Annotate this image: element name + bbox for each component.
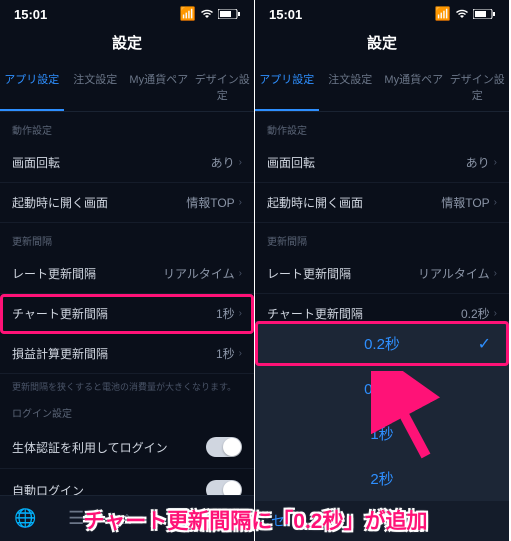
row-value: リアルタイム [163,265,235,282]
chevron-right-icon: › [494,308,497,319]
row-pl-refresh[interactable]: 損益計算更新間隔 1秒 › [0,334,254,374]
row-value: あり [466,154,490,171]
signal-icon: 📶 [180,6,196,22]
row-value: 0.2秒 [461,305,490,322]
picker-option-1s[interactable]: 1秒 [255,411,509,456]
toggle-biometric[interactable] [206,437,242,457]
phone-left: 15:01 📶 設定 アプリ設定 注文設定 My通貨ペア デザイン設定 動作設定… [0,0,254,541]
row-rotation[interactable]: 画面回転 あり › [0,143,254,183]
row-value: あり [211,154,235,171]
row-value: 1秒 [216,345,235,362]
status-bar: 15:01 📶 [0,0,254,24]
section-behavior: 動作設定 [0,112,254,143]
status-bar: 15:01 📶 [255,0,509,24]
tab-app[interactable]: アプリ設定 [0,63,64,111]
row-label: レート更新間隔 [12,265,96,282]
wifi-icon [455,7,469,22]
chevron-right-icon: › [239,308,242,319]
tabs: アプリ設定 注文設定 My通貨ペア デザイン設定 [255,63,509,112]
row-label: 損益計算更新間隔 [12,345,108,362]
chevron-right-icon: › [494,197,497,208]
annotation-caption: チャート更新間隔に「0.2秒」が追加 [0,505,511,535]
row-label: チャート更新間隔 [267,305,363,322]
tab-pairs[interactable]: My通貨ペア [382,63,446,111]
status-icons: 📶 [435,6,495,22]
row-value: 情報TOP [441,194,489,211]
tab-order[interactable]: 注文設定 [319,63,383,111]
row-biometric[interactable]: 生体認証を利用してログイン [0,426,254,469]
wifi-icon [200,7,214,22]
status-icons: 📶 [180,6,240,22]
row-label: チャート更新間隔 [12,305,108,322]
tab-app[interactable]: アプリ設定 [255,63,319,111]
chevron-right-icon: › [494,157,497,168]
battery-icon [473,7,495,22]
row-label: 起動時に開く画面 [12,194,108,211]
chevron-right-icon: › [239,348,242,359]
row-rotation[interactable]: 画面回転 あり › [255,143,509,183]
section-refresh: 更新間隔 [255,223,509,254]
chevron-right-icon: › [239,268,242,279]
tab-design[interactable]: デザイン設定 [191,63,255,111]
chevron-right-icon: › [239,157,242,168]
tab-pairs[interactable]: My通貨ペア [127,63,191,111]
row-label: 生体認証を利用してログイン [12,439,168,456]
picker-option-0.2s[interactable]: 0.2秒 ✓ [255,321,509,366]
page-title: 設定 [255,24,509,63]
row-value: リアルタイム [418,265,490,282]
section-login: ログイン設定 [0,395,254,426]
status-time: 15:01 [269,7,302,22]
page-title: 設定 [0,24,254,63]
battery-icon [218,7,240,22]
row-label: 画面回転 [267,154,315,171]
signal-icon: 📶 [435,6,451,22]
tabs: アプリ設定 注文設定 My通貨ペア デザイン設定 [0,63,254,112]
row-startup[interactable]: 起動時に開く画面 情報TOP › [255,183,509,223]
status-time: 15:01 [14,7,47,22]
row-rate-refresh[interactable]: レート更新間隔 リアルタイム › [0,254,254,294]
row-label: レート更新間隔 [267,265,351,282]
chevron-right-icon: › [494,268,497,279]
picker-option-0.5s[interactable]: 0.5秒 [255,366,509,411]
section-behavior: 動作設定 [255,112,509,143]
row-value: 1秒 [216,305,235,322]
row-chart-refresh[interactable]: チャート更新間隔 1秒 › [0,294,254,334]
chevron-right-icon: › [239,197,242,208]
picker-option-label: 0.2秒 [364,333,400,354]
picker-option-2s[interactable]: 2秒 [255,456,509,501]
section-refresh: 更新間隔 [0,223,254,254]
row-label: 起動時に開く画面 [267,194,363,211]
row-startup[interactable]: 起動時に開く画面 情報TOP › [0,183,254,223]
row-label: 画面回転 [12,154,60,171]
tab-order[interactable]: 注文設定 [64,63,128,111]
check-icon: ✓ [478,334,491,354]
tab-design[interactable]: デザイン設定 [446,63,510,111]
row-value: 情報TOP [186,194,234,211]
phone-right: 15:01 📶 設定 アプリ設定 注文設定 My通貨ペア デザイン設定 動作設定… [255,0,509,541]
row-rate-refresh[interactable]: レート更新間隔 リアルタイム › [255,254,509,294]
hint-refresh: 更新間隔を狭くすると電池の消費量が大きくなります。 [0,374,254,395]
